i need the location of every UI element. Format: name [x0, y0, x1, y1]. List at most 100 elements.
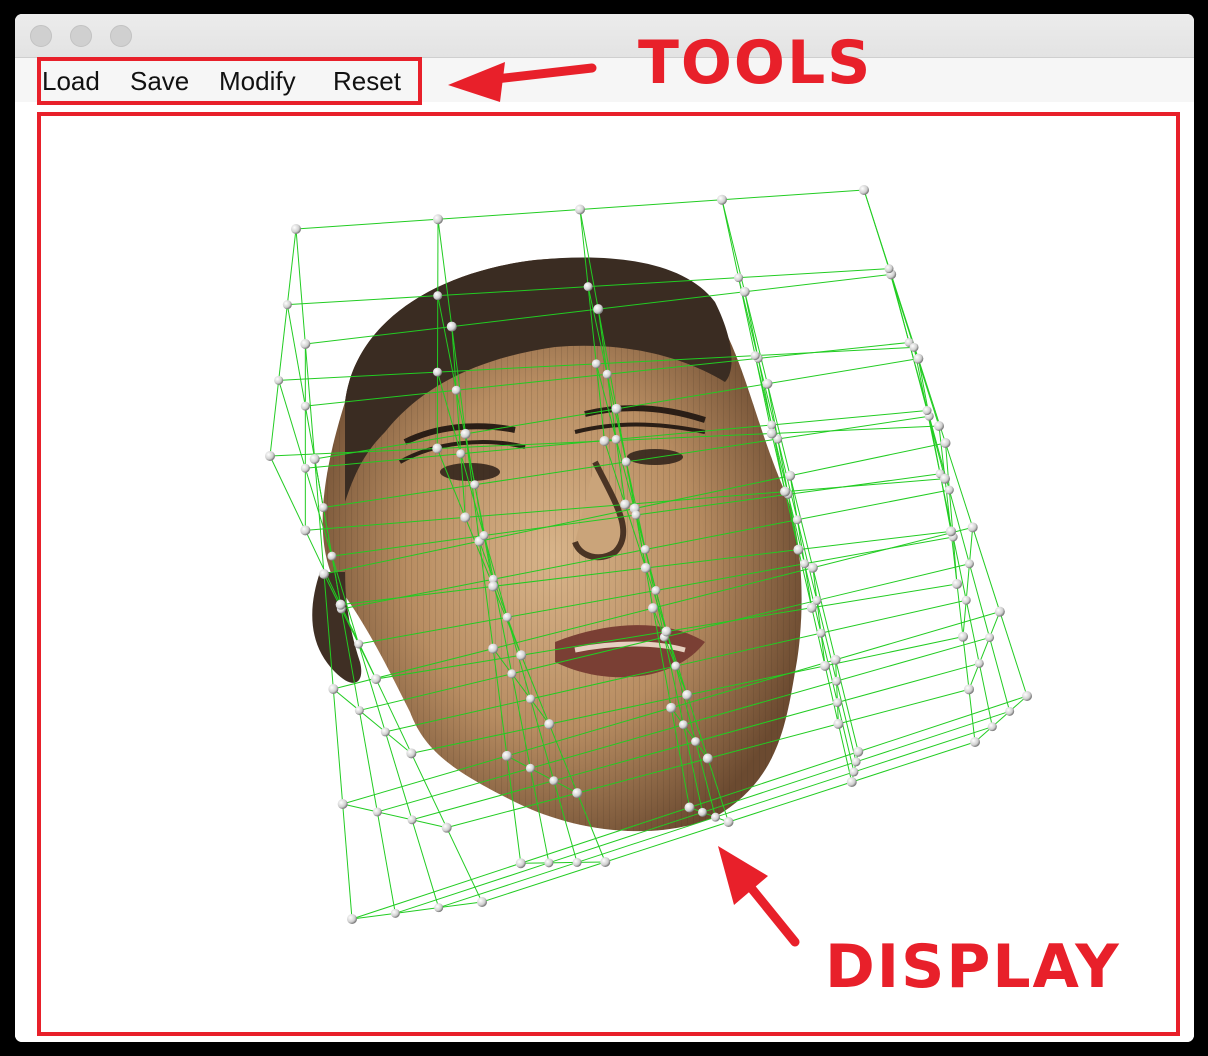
- control-point[interactable]: [961, 595, 971, 605]
- control-point[interactable]: [640, 563, 651, 573]
- control-point[interactable]: [792, 515, 802, 525]
- control-point[interactable]: [832, 698, 842, 708]
- control-point[interactable]: [600, 857, 611, 867]
- control-point[interactable]: [934, 421, 944, 431]
- control-point[interactable]: [739, 286, 750, 297]
- control-point[interactable]: [327, 551, 337, 561]
- control-point[interactable]: [274, 375, 284, 385]
- control-point[interactable]: [479, 531, 489, 541]
- control-point[interactable]: [913, 353, 924, 364]
- control-point[interactable]: [702, 753, 713, 764]
- control-point[interactable]: [544, 719, 555, 730]
- control-point[interactable]: [806, 602, 817, 613]
- control-point[interactable]: [698, 807, 707, 817]
- control-point[interactable]: [441, 822, 452, 833]
- control-point[interactable]: [952, 579, 962, 589]
- control-point[interactable]: [544, 858, 554, 868]
- control-point[interactable]: [354, 639, 364, 649]
- modify-button[interactable]: Modify: [219, 66, 296, 96]
- control-point[interactable]: [371, 674, 381, 684]
- control-point[interactable]: [648, 603, 658, 614]
- control-point[interactable]: [766, 428, 777, 439]
- save-button[interactable]: Save: [130, 66, 189, 96]
- control-point[interactable]: [572, 788, 583, 799]
- zoom-window-button[interactable]: [110, 25, 132, 47]
- control-point[interactable]: [446, 321, 457, 332]
- reset-button[interactable]: Reset: [333, 66, 401, 96]
- control-point[interactable]: [974, 658, 984, 668]
- control-point[interactable]: [477, 897, 487, 907]
- control-point[interactable]: [922, 406, 932, 416]
- control-point[interactable]: [451, 385, 461, 395]
- face-lattice-view[interactable]: [15, 102, 1194, 1042]
- control-point[interactable]: [793, 544, 804, 555]
- control-point[interactable]: [593, 304, 604, 315]
- control-point[interactable]: [309, 454, 320, 464]
- control-point[interactable]: [767, 420, 777, 430]
- control-point[interactable]: [985, 633, 995, 643]
- control-point[interactable]: [780, 486, 791, 497]
- control-point[interactable]: [964, 559, 974, 569]
- control-point[interactable]: [994, 606, 1005, 617]
- control-point[interactable]: [525, 763, 535, 773]
- control-point[interactable]: [433, 367, 442, 377]
- control-point[interactable]: [666, 702, 677, 713]
- control-point[interactable]: [432, 443, 443, 454]
- control-point[interactable]: [300, 339, 311, 349]
- control-point[interactable]: [502, 612, 512, 622]
- control-point[interactable]: [631, 510, 641, 520]
- control-point[interactable]: [390, 908, 400, 918]
- control-point[interactable]: [291, 224, 301, 234]
- minimize-window-button[interactable]: [70, 25, 92, 47]
- control-point[interactable]: [958, 631, 968, 642]
- control-point[interactable]: [372, 807, 382, 817]
- control-point[interactable]: [987, 722, 997, 732]
- control-point[interactable]: [661, 626, 672, 637]
- control-point[interactable]: [300, 401, 310, 411]
- control-point[interactable]: [682, 690, 693, 700]
- control-point[interactable]: [621, 457, 631, 467]
- control-point[interactable]: [572, 857, 582, 867]
- control-point[interactable]: [591, 359, 601, 369]
- control-point[interactable]: [711, 812, 720, 822]
- control-point[interactable]: [347, 914, 357, 924]
- control-point[interactable]: [651, 586, 661, 595]
- control-point[interactable]: [406, 748, 417, 759]
- control-point[interactable]: [583, 282, 593, 292]
- control-point[interactable]: [501, 750, 512, 761]
- control-point[interactable]: [515, 858, 526, 869]
- control-point[interactable]: [884, 264, 894, 274]
- control-point[interactable]: [671, 661, 681, 671]
- display-canvas[interactable]: [15, 102, 1194, 1042]
- control-point[interactable]: [807, 562, 818, 573]
- load-button[interactable]: Load: [42, 66, 100, 96]
- control-point[interactable]: [460, 428, 471, 439]
- control-point[interactable]: [830, 654, 841, 665]
- control-point[interactable]: [691, 737, 701, 747]
- control-point[interactable]: [833, 718, 844, 729]
- control-point[interactable]: [549, 776, 559, 786]
- control-point[interactable]: [611, 403, 622, 414]
- control-point[interactable]: [470, 480, 480, 490]
- control-point[interactable]: [599, 436, 610, 446]
- control-point[interactable]: [684, 802, 695, 813]
- control-point[interactable]: [354, 705, 364, 715]
- control-point[interactable]: [575, 204, 585, 215]
- control-point[interactable]: [300, 463, 310, 473]
- control-point[interactable]: [300, 525, 311, 536]
- control-point[interactable]: [800, 559, 810, 569]
- control-point[interactable]: [516, 650, 527, 661]
- close-window-button[interactable]: [30, 25, 52, 47]
- control-point[interactable]: [832, 676, 841, 686]
- control-point[interactable]: [328, 684, 339, 694]
- control-point[interactable]: [602, 369, 612, 379]
- control-point[interactable]: [859, 185, 869, 195]
- control-point[interactable]: [620, 499, 631, 510]
- control-point[interactable]: [611, 434, 621, 444]
- control-point[interactable]: [785, 470, 796, 481]
- control-point[interactable]: [433, 291, 443, 301]
- control-point[interactable]: [851, 757, 861, 767]
- control-point[interactable]: [282, 300, 292, 310]
- control-point[interactable]: [762, 378, 773, 389]
- control-point[interactable]: [816, 628, 826, 638]
